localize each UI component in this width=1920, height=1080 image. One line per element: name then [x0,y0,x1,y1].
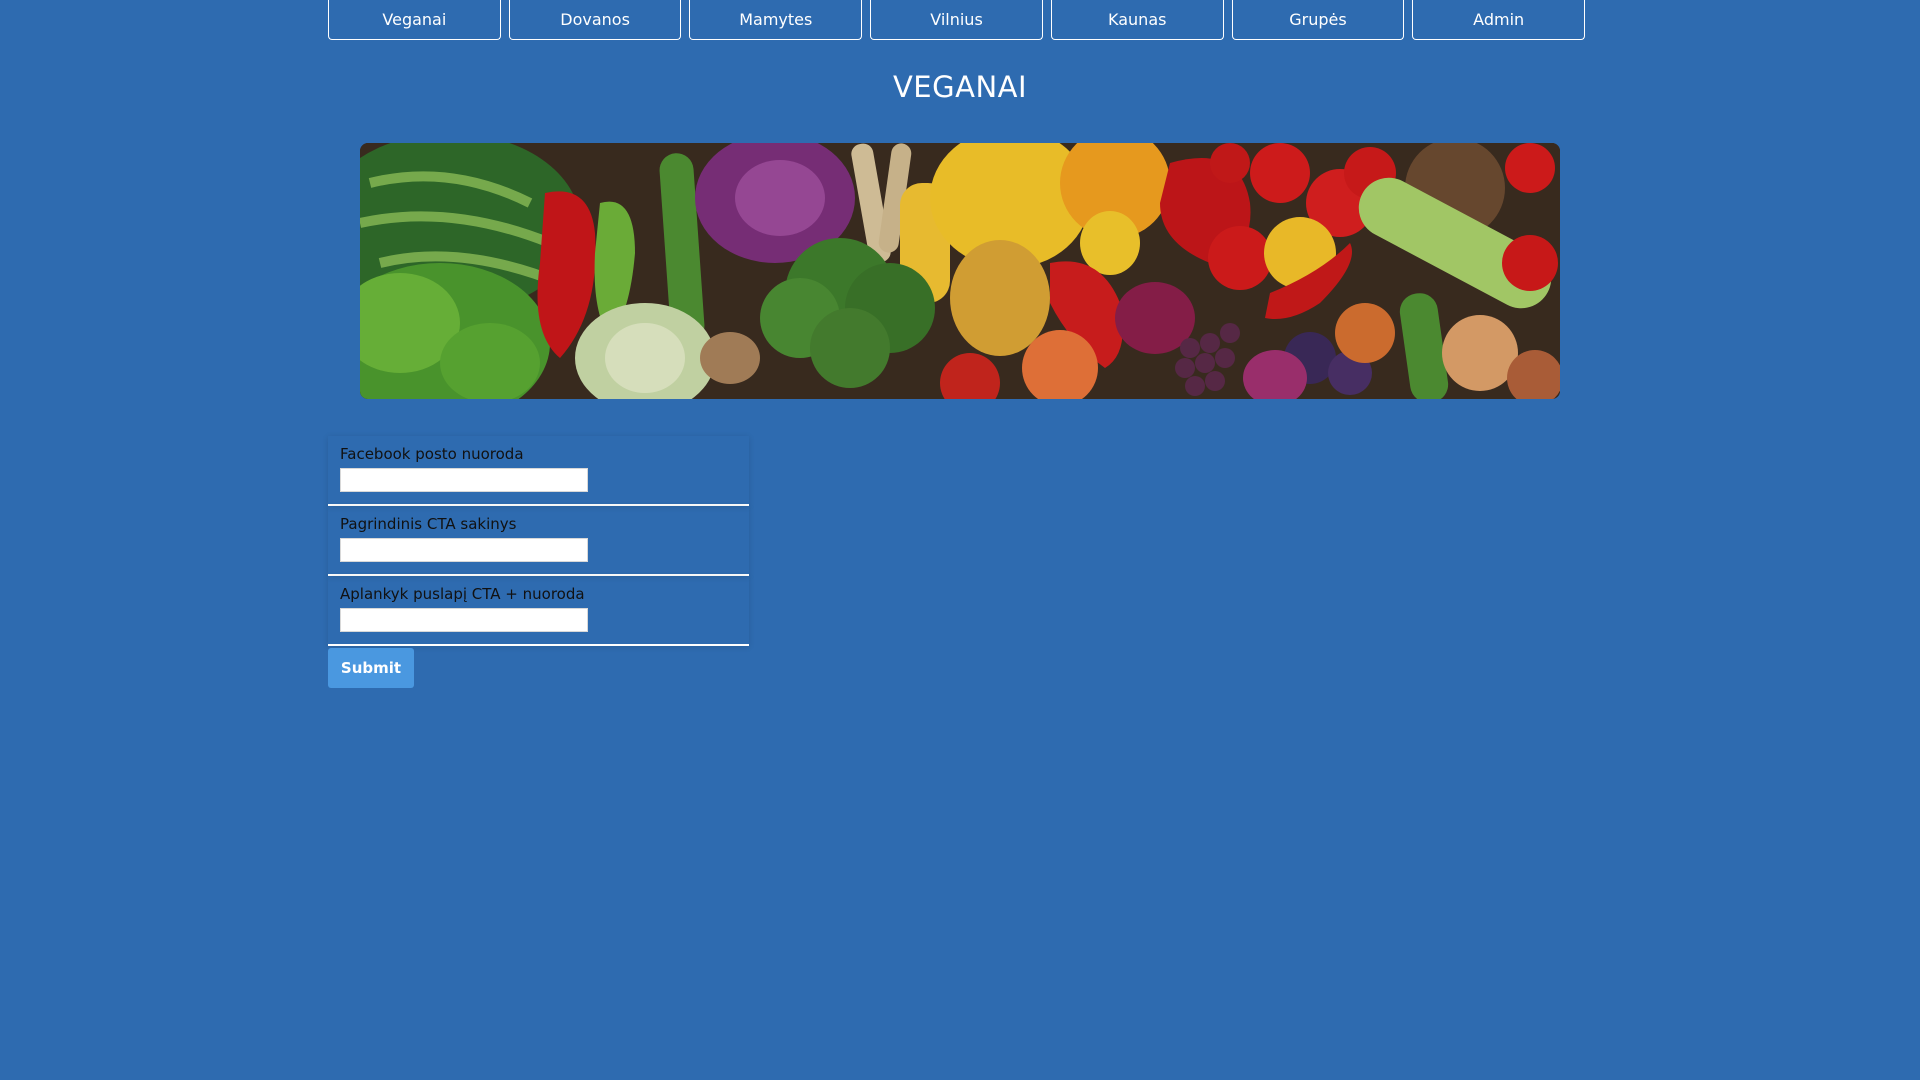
post-form: Facebook posto nuoroda Pagrindinis CTA s… [328,436,749,688]
nav-item-mamytes[interactable]: Mamytes [689,0,863,40]
top-nav: Veganai Dovanos Mamytes Vilnius Kaunas G… [328,0,1586,42]
nav-item-veganai[interactable]: Veganai [328,0,501,40]
facebook-post-link-input[interactable] [340,468,588,492]
nav-item-vilnius[interactable]: Vilnius [870,0,1043,40]
visit-page-cta-link-input[interactable] [340,608,588,632]
vegetables-banner-image [360,143,1560,399]
page: Veganai Dovanos Mamytes Vilnius Kaunas G… [0,0,1920,1080]
visit-page-cta-link-label: Aplankyk puslapį CTA + nuoroda [340,585,585,603]
nav-item-dovanos[interactable]: Dovanos [508,0,682,40]
page-title: VEGANAI [892,70,1028,104]
submit-button[interactable]: Submit [328,648,414,688]
facebook-post-link-label: Facebook posto nuoroda [340,445,524,463]
main-cta-sentence-label: Pagrindinis CTA sakinys [340,515,517,533]
field-group-main-cta-sentence: Pagrindinis CTA sakinys [328,506,749,576]
field-group-visit-page-cta-link: Aplankyk puslapį CTA + nuoroda [328,576,749,646]
nav-item-admin[interactable]: Admin [1412,0,1586,40]
main-cta-sentence-input[interactable] [340,538,588,562]
nav-item-kaunas[interactable]: Kaunas [1050,0,1224,40]
nav-item-grupes[interactable]: Grupės [1231,0,1405,40]
field-group-facebook-post-link: Facebook posto nuoroda [328,436,749,506]
